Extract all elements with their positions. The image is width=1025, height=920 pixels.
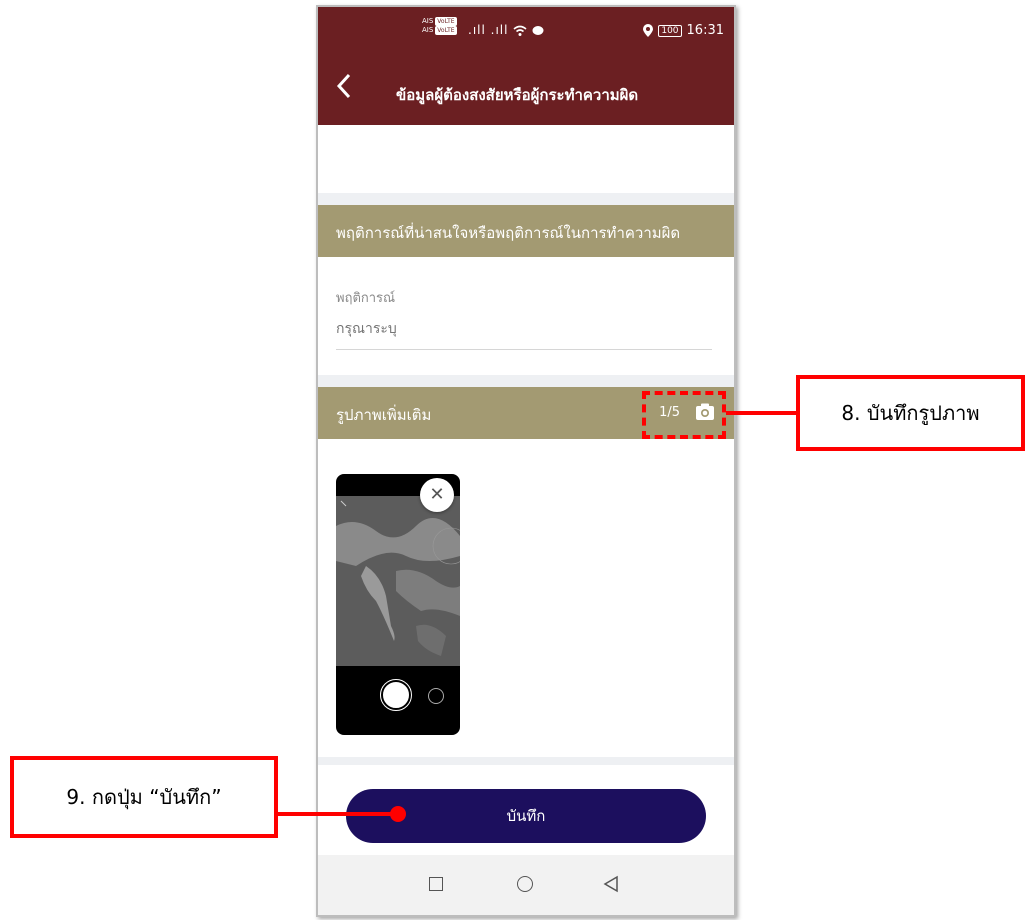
section-divider bbox=[318, 193, 734, 205]
annotation-highlight-box bbox=[642, 391, 726, 439]
blank-area bbox=[318, 125, 734, 193]
section-divider bbox=[318, 375, 734, 387]
section-divider bbox=[318, 757, 734, 765]
annotation-connector bbox=[726, 411, 798, 415]
behavior-field: พฤติการณ์ bbox=[318, 257, 734, 375]
carrier-1: AIS bbox=[422, 17, 434, 25]
system-nav-bar bbox=[318, 855, 734, 915]
annotation-connector bbox=[278, 812, 398, 816]
annotation-step-9: 9. กดปุ่ม “บันทึก” bbox=[10, 756, 278, 838]
battery-indicator: 100 bbox=[658, 24, 682, 37]
triangle-back-icon[interactable] bbox=[602, 875, 620, 893]
annotation-pointer-dot bbox=[390, 806, 406, 822]
section-title: พฤติการณ์ที่น่าสนใจหรือพฤติการณ์ในการทำค… bbox=[336, 224, 681, 242]
field-label: พฤติการณ์ bbox=[336, 291, 396, 306]
section-title: รูปภาพเพิ่มเติม bbox=[336, 406, 432, 424]
chevron-left-icon[interactable] bbox=[336, 73, 352, 107]
annotation-step-8: 8. บันทึกรูปภาพ bbox=[796, 375, 1025, 451]
volte-badge: VoLTE bbox=[435, 26, 457, 35]
circle-icon[interactable] bbox=[517, 876, 533, 892]
square-icon[interactable] bbox=[429, 877, 443, 891]
switch-camera-icon bbox=[428, 688, 444, 704]
location-icon bbox=[643, 24, 654, 37]
carrier-2: AIS bbox=[422, 26, 434, 34]
phone-screen: AISVoLTE AISVoLTE .ıll .ıll 100 16:31 bbox=[316, 5, 736, 917]
shutter-icon bbox=[383, 682, 409, 708]
clock: 16:31 bbox=[686, 23, 724, 38]
line-app-icon bbox=[532, 25, 544, 35]
status-bar: AIS VoLTE AIS VoLTE .ıll .ıll 100 16:31 bbox=[318, 7, 734, 59]
wifi-icon bbox=[513, 25, 527, 36]
photo-area: ✕ bbox=[318, 439, 734, 757]
map-photo-image bbox=[336, 496, 460, 666]
app-bar: ข้อมูลผู้ต้องสงสัยหรือผู้กระทำความผิด bbox=[318, 59, 734, 125]
remove-photo-button[interactable]: ✕ bbox=[420, 478, 454, 512]
carrier-indicators: AIS VoLTE AIS VoLTE bbox=[422, 17, 457, 35]
page-title: ข้อมูลผู้ต้องสงสัยหรือผู้กระทำความผิด bbox=[396, 86, 639, 104]
close-icon: ✕ bbox=[429, 484, 445, 505]
behavior-section-header: พฤติการณ์ที่น่าสนใจหรือพฤติการณ์ในการทำค… bbox=[318, 205, 734, 257]
signal-icon: .ıll .ıll bbox=[468, 23, 544, 37]
status-right: 100 16:31 bbox=[643, 23, 724, 38]
photo-thumbnail[interactable]: ✕ bbox=[336, 474, 460, 735]
behavior-input[interactable] bbox=[336, 317, 712, 350]
volte-badge: VoLTE bbox=[435, 17, 457, 26]
